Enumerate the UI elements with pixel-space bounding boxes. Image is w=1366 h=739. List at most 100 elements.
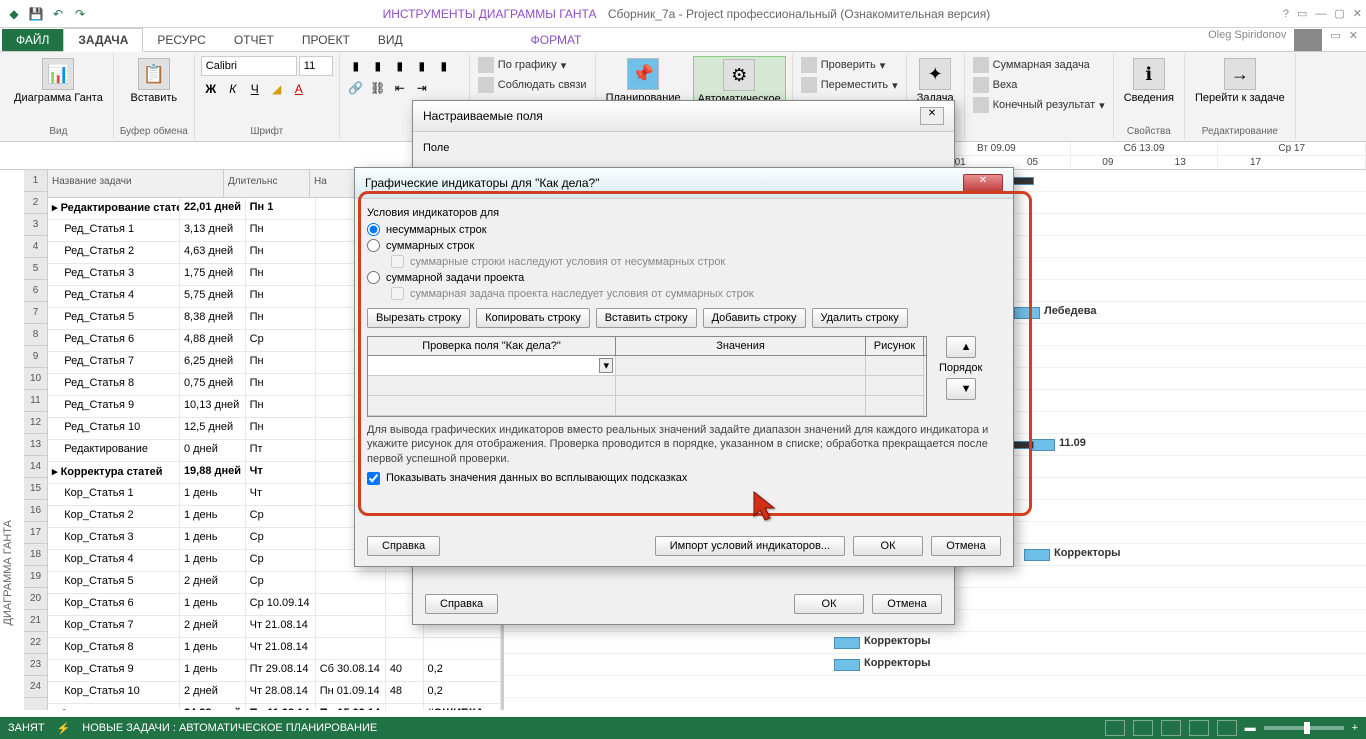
font-size-select[interactable]: [299, 56, 333, 76]
move-down-button[interactable]: ▼: [946, 378, 976, 400]
gantt-bar[interactable]: [834, 659, 860, 671]
fill-color-button[interactable]: ◢: [267, 79, 287, 99]
col-image: Рисунок: [866, 337, 924, 355]
copy-row-button[interactable]: Копировать строку: [476, 308, 590, 328]
move-up-button[interactable]: ▲: [946, 336, 976, 358]
table-row[interactable]: Кор_Статья 91 деньПт 29.08.14Сб 30.08.14…: [48, 660, 501, 682]
gantt-chart-button[interactable]: 📊 Диаграмма Ганта: [10, 56, 107, 106]
underline-button[interactable]: Ч: [245, 79, 265, 99]
bold-button[interactable]: Ж: [201, 79, 221, 99]
ok-button[interactable]: ОК: [853, 536, 923, 556]
indent-0-icon[interactable]: ▮: [346, 56, 366, 76]
col-header-name[interactable]: Название задачи: [48, 170, 224, 197]
insert-row-button[interactable]: Вставить строку: [596, 308, 697, 328]
milestone-button[interactable]: Веха: [971, 76, 1107, 94]
dialog-close-button[interactable]: ✕: [963, 174, 1003, 192]
editing-group-label: Редактирование: [1191, 124, 1289, 137]
tab-format[interactable]: ФОРМАТ: [517, 29, 596, 51]
tab-project[interactable]: ПРОЕКТ: [288, 29, 364, 51]
user-avatar[interactable]: [1294, 29, 1322, 51]
indent-75-icon[interactable]: ▮: [412, 56, 432, 76]
doc-close-icon[interactable]: ✕: [1349, 29, 1358, 51]
indicators-table[interactable]: Проверка поля "Как дела?" Значения Рисун…: [367, 336, 927, 417]
zoom-slider[interactable]: [1264, 726, 1344, 730]
view-team-icon[interactable]: [1161, 720, 1181, 736]
details-button[interactable]: ℹ Сведения: [1120, 56, 1178, 106]
cut-row-button[interactable]: Вырезать строку: [367, 308, 470, 328]
tab-resource[interactable]: РЕСУРС: [143, 29, 219, 51]
doc-restore-icon[interactable]: ▭: [1330, 29, 1340, 51]
radio-nonsummary[interactable]: несуммарных строк: [367, 223, 1001, 236]
status-busy: ЗАНЯТ: [8, 722, 45, 734]
italic-button[interactable]: К: [223, 79, 243, 99]
indent-50-icon[interactable]: ▮: [390, 56, 410, 76]
import-button[interactable]: Импорт условий индикаторов...: [655, 536, 845, 556]
gantt-bar[interactable]: [834, 637, 860, 649]
respect-links-button[interactable]: Соблюдать связи: [476, 76, 589, 94]
contextual-title: ИНСТРУМЕНТЫ ДИАГРАММЫ ГАНТА: [383, 7, 597, 21]
gantt-label: Корректоры: [864, 635, 931, 647]
maximize-icon[interactable]: ▢: [1334, 7, 1344, 20]
view-group-label: Вид: [10, 124, 107, 137]
view-gantt-icon[interactable]: [1105, 720, 1125, 736]
table-row[interactable]: ▾: [368, 356, 926, 376]
indent-100-icon[interactable]: ▮: [434, 56, 454, 76]
tab-file[interactable]: ФАЙЛ: [2, 29, 63, 51]
dialog-close-button[interactable]: ✕: [920, 107, 944, 125]
help-button[interactable]: Справка: [425, 594, 498, 614]
ribbon-toggle-icon[interactable]: ▭: [1297, 7, 1307, 20]
gantt-bar[interactable]: [1014, 307, 1040, 319]
summary-task-button[interactable]: Суммарная задача: [971, 56, 1107, 74]
col-values: Значения: [616, 337, 866, 355]
zoom-in-icon[interactable]: +: [1352, 722, 1358, 734]
table-row[interactable]: ▸ Заседание редсовета24.38 днейПн 11.08.…: [48, 704, 501, 710]
radio-summary[interactable]: суммарных строк: [367, 239, 1001, 252]
status-new-tasks: НОВЫЕ ЗАДАЧИ : АВТОМАТИЧЕСКОЕ ПЛАНИРОВАН…: [82, 722, 377, 734]
goto-task-button[interactable]: → Перейти к задаче: [1191, 56, 1289, 106]
radio-project-summary[interactable]: суммарной задачи проекта: [367, 271, 1001, 284]
help-icon[interactable]: ?: [1283, 8, 1289, 20]
tab-report[interactable]: ОТЧЕТ: [220, 29, 288, 51]
deliverable-button[interactable]: Конечный результат ▾: [971, 96, 1107, 114]
by-schedule-button[interactable]: По графику ▾: [476, 56, 589, 74]
view-report-icon[interactable]: [1217, 720, 1237, 736]
table-row[interactable]: Кор_Статья 81 деньЧт 21.08.14: [48, 638, 501, 660]
view-usage-icon[interactable]: [1133, 720, 1153, 736]
check-show-tooltip[interactable]: Показывать значения данных во всплывающи…: [367, 472, 1001, 485]
indent-icon[interactable]: ⇥: [412, 78, 432, 98]
zoom-out-icon[interactable]: ▬: [1245, 722, 1256, 734]
undo-icon[interactable]: ↶: [48, 4, 68, 24]
tab-view[interactable]: ВИД: [364, 29, 417, 51]
view-resource-icon[interactable]: [1189, 720, 1209, 736]
check-button[interactable]: Проверить ▾: [799, 56, 900, 74]
close-icon[interactable]: ✕: [1353, 7, 1362, 20]
unlink-icon[interactable]: ⛓: [368, 78, 388, 98]
help-button[interactable]: Справка: [367, 536, 440, 556]
col-header-duration[interactable]: Длительнс: [224, 170, 310, 197]
row-numbers: 123456789101112131415161718192021222324: [24, 170, 48, 710]
save-icon[interactable]: 💾: [26, 4, 46, 24]
app-icon[interactable]: ◆: [4, 4, 24, 24]
outdent-icon[interactable]: ⇤: [390, 78, 410, 98]
indent-25-icon[interactable]: ▮: [368, 56, 388, 76]
paste-button[interactable]: 📋 Вставить: [120, 56, 188, 106]
add-row-button[interactable]: Добавить строку: [703, 308, 806, 328]
user-name[interactable]: Oleg Spiridonov: [1208, 29, 1286, 51]
minimize-icon[interactable]: —: [1315, 8, 1326, 20]
font-color-button[interactable]: A: [289, 79, 309, 99]
task-button[interactable]: ✦ Задача: [913, 56, 958, 106]
redo-icon[interactable]: ↷: [70, 4, 90, 24]
font-name-select[interactable]: [201, 56, 297, 76]
gantt-bar[interactable]: [1024, 549, 1050, 561]
dropdown-icon[interactable]: ▾: [599, 358, 613, 373]
tab-task[interactable]: ЗАДАЧА: [63, 28, 143, 52]
cancel-button[interactable]: Отмена: [931, 536, 1001, 556]
file-title: Сборник_7а - Project профессиональный (О…: [608, 7, 990, 21]
table-row[interactable]: Кор_Статья 102 днейЧт 28.08.14Пн 01.09.1…: [48, 682, 501, 704]
move-button[interactable]: Переместить ▾: [799, 76, 900, 94]
cancel-button[interactable]: Отмена: [872, 594, 942, 614]
deliverable-icon: [973, 97, 989, 113]
ok-button[interactable]: ОК: [794, 594, 864, 614]
link-icon[interactable]: 🔗: [346, 78, 366, 98]
delete-row-button[interactable]: Удалить строку: [812, 308, 908, 328]
